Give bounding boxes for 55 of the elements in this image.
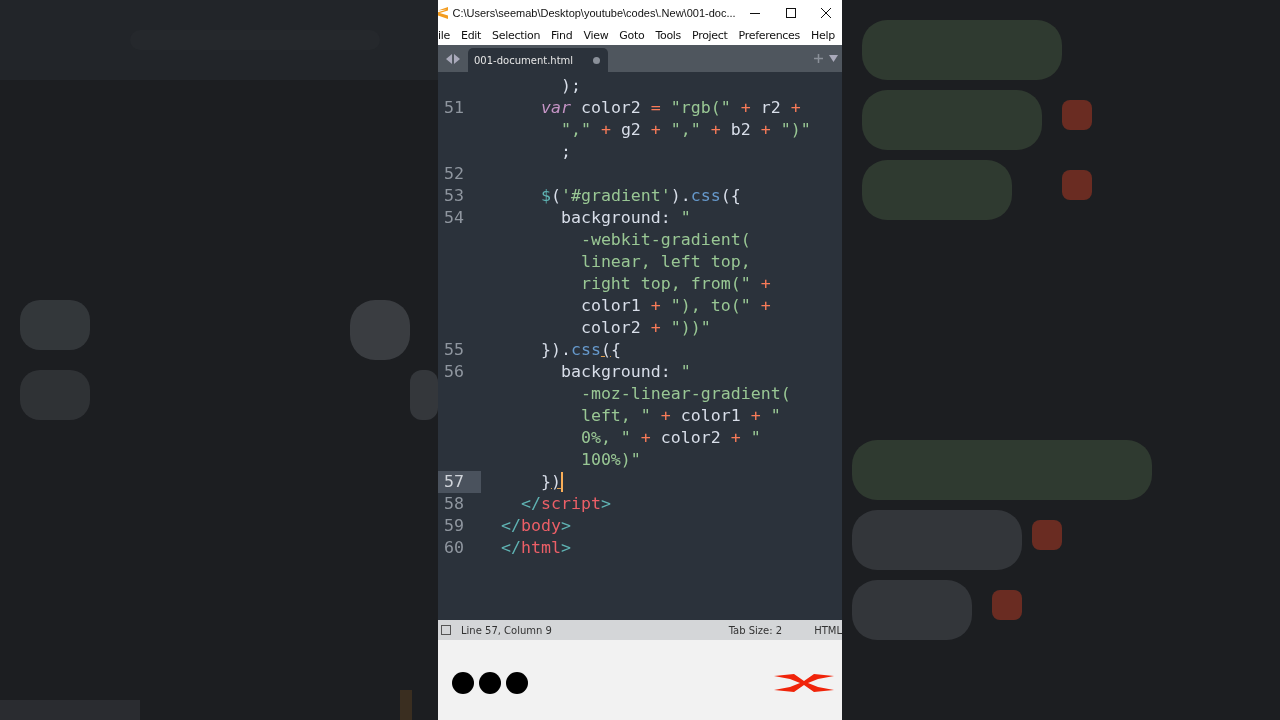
menu-item[interactable]: Goto — [619, 28, 652, 42]
dropdown-icon[interactable] — [829, 55, 838, 62]
code-line: 100%)" — [579, 449, 641, 471]
line-number: 55 — [443, 339, 465, 361]
menu-item[interactable]: Selection — [492, 28, 548, 42]
cursor-position: Line 57, Column 9 — [461, 624, 552, 636]
code-line: }).css({ — [539, 339, 621, 361]
menu-item[interactable]: Find — [551, 28, 580, 42]
code-line: </body> — [499, 515, 571, 537]
line-number: 56 — [443, 361, 465, 383]
line-number: 57 — [438, 471, 481, 493]
maximize-icon[interactable] — [785, 7, 796, 18]
line-number: 53 — [443, 185, 465, 207]
editor-tab[interactable]: 001-document.html — [468, 48, 608, 72]
line-number: 58 — [443, 493, 465, 515]
code-line: </html> — [499, 537, 571, 559]
menu-item[interactable]: Tools — [655, 28, 689, 42]
menu-item[interactable]: Project — [692, 28, 735, 42]
menu-item[interactable]: View — [583, 28, 616, 42]
text-cursor — [560, 472, 563, 492]
code-line: var color2 = "rgb(" + r2 + — [539, 97, 801, 119]
three-dots-icon — [452, 672, 528, 694]
code-line: -webkit-gradient( — [579, 229, 751, 251]
code-line: linear, left top, — [579, 251, 751, 273]
next-tab-icon[interactable] — [454, 53, 460, 64]
menu-item[interactable]: Edit — [461, 28, 489, 42]
line-number: 59 — [443, 515, 465, 537]
code-line: background: " — [559, 207, 691, 229]
previous-tab-icon[interactable] — [446, 53, 452, 64]
tab-size[interactable]: Tab Size: 2 — [728, 624, 783, 636]
code-line: ); — [559, 75, 581, 97]
line-number: 51 — [443, 97, 465, 119]
app-logo-icon — [438, 5, 449, 20]
close-icon[interactable] — [821, 7, 832, 18]
line-number: 52 — [443, 163, 465, 185]
line-number: 60 — [443, 537, 465, 559]
code-line: 0%, " + color2 + " — [579, 427, 761, 449]
panel-toggle-icon[interactable] — [441, 625, 451, 635]
syntax-mode[interactable]: HTML — [814, 624, 842, 636]
code-line: ; — [559, 141, 571, 163]
code-line: </script> — [519, 493, 611, 515]
code-line: left, " + color1 + " — [579, 405, 781, 427]
code-line: -moz-linear-gradient( — [579, 383, 791, 405]
menu-item[interactable]: ile — [438, 28, 457, 42]
code-line: color1 + "), to(" + — [579, 295, 771, 317]
line-number: 54 — [443, 207, 465, 229]
code-line: "," + g2 + "," + b2 + ")" — [559, 119, 811, 141]
window-title: C:\Users\seemab\Desktop\youtube\codes\.New\001-doc... — [452, 6, 736, 19]
code-line: $('#gradient').css({ — [539, 185, 741, 207]
code-line: color2 + "))" — [579, 317, 711, 339]
menu-item[interactable]: Preferences — [738, 28, 807, 42]
code-line: right top, from(" + — [579, 273, 771, 295]
code-line: background: " — [559, 361, 691, 383]
code-line: }) — [539, 471, 563, 493]
menu-item[interactable]: Help — [811, 28, 842, 42]
